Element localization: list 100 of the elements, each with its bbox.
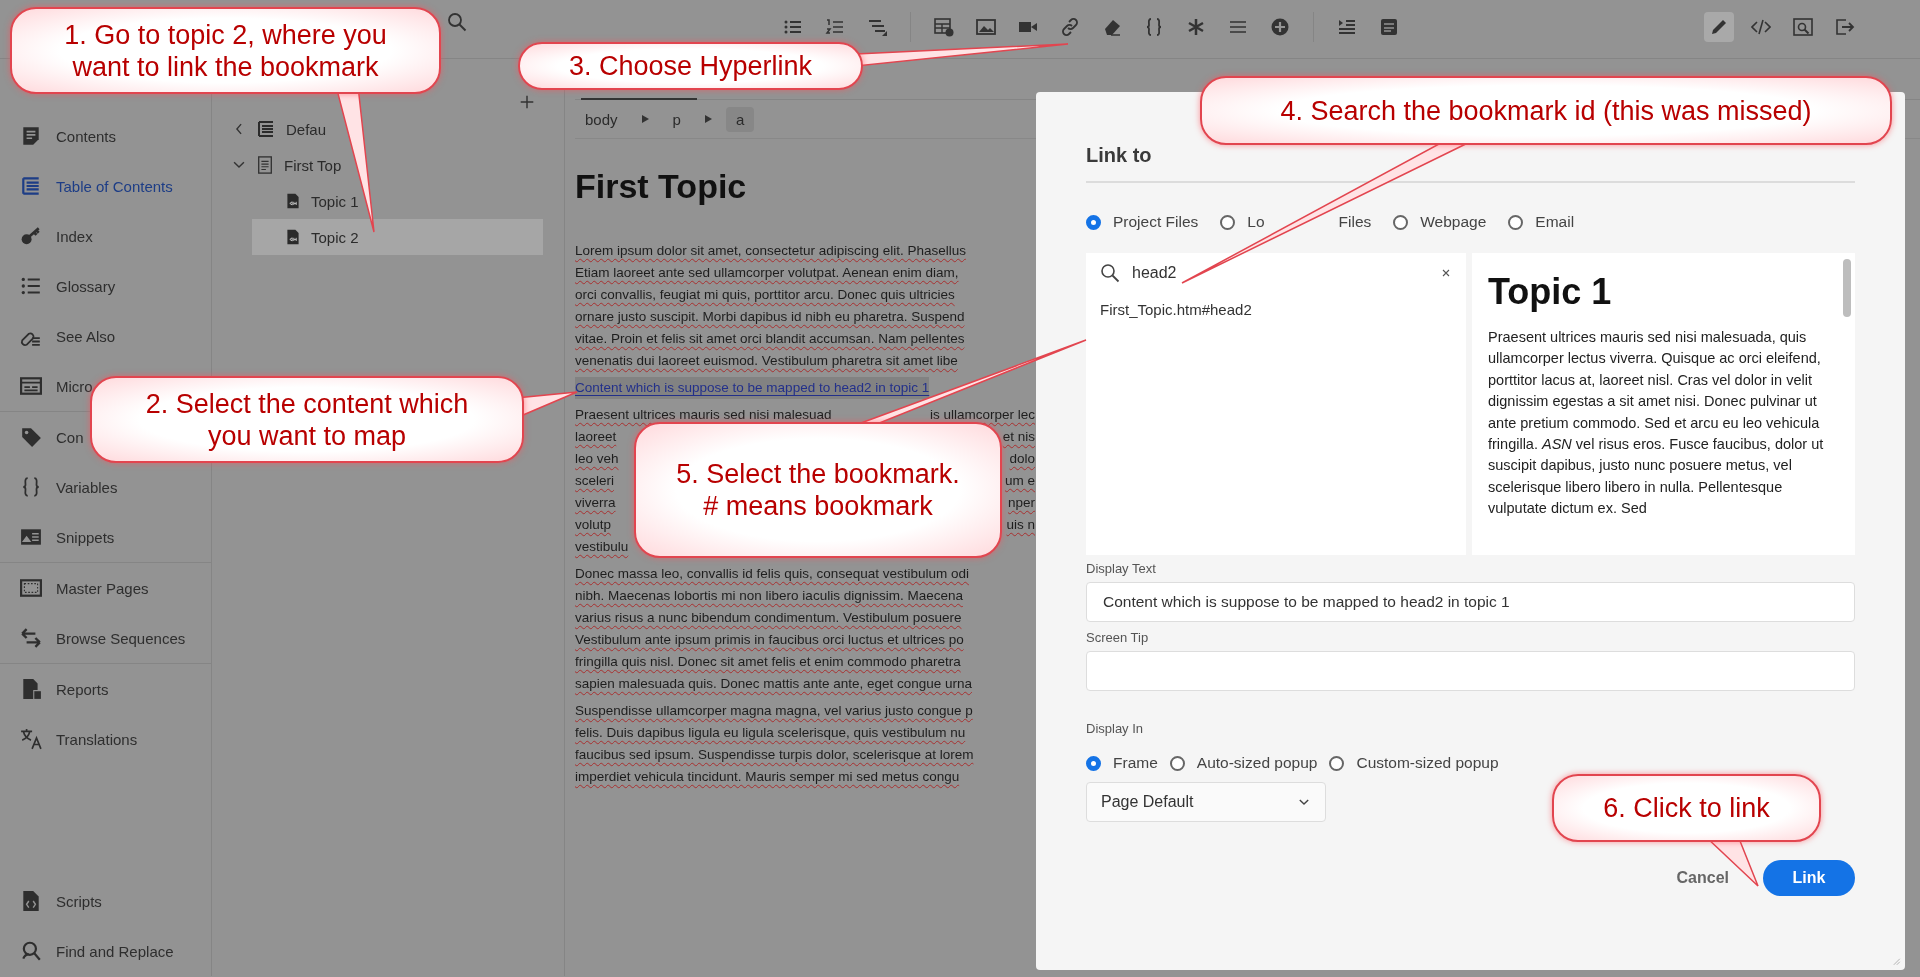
translate-icon [20,728,42,750]
numbered-list-icon[interactable] [825,17,845,37]
table-icon[interactable] [934,17,954,37]
radio-button[interactable] [1086,214,1101,230]
scrollbar-thumb[interactable] [1843,259,1851,317]
radio-button[interactable] [1508,214,1524,230]
field-label: Display Text [1086,561,1157,576]
hyperlink-text[interactable]: Content which is suppose to be mapped to head2 in topic 1 [575,377,930,399]
separator-icon [641,115,649,123]
nav-item[interactable]: Micro [20,375,93,397]
separator-icon [704,115,712,123]
asterisk-icon[interactable] [1186,17,1206,37]
breadcrumb-item[interactable]: a [725,106,755,132]
document-icon [20,125,42,147]
breadcrumb-item[interactable]: body [575,106,628,132]
field-label: Screen Tip [1086,630,1150,645]
body-text: fringilla quis nisl. Donec sit amet felis et enim commodo pharetra [575,653,961,671]
search-icon [1100,263,1120,283]
nav-item[interactable]: See Also [20,325,116,347]
nav-item[interactable]: Index [20,225,93,247]
frame-icon [20,577,42,599]
radio-label: Lo [1247,213,1265,231]
nav-item[interactable]: Variables [20,476,118,498]
dropdown[interactable]: Page Default [1086,782,1326,822]
body-text: faucibus sed ipsum. Suspendisse turpis dolor, scelerisque at lorem [575,746,974,764]
radio-label: Email [1535,213,1575,231]
toc-item[interactable]: Topic 1 [252,183,543,219]
nav-item[interactable]: Browse Sequences [20,627,186,649]
radio-button[interactable] [1393,214,1409,230]
radio-button[interactable] [1086,755,1101,771]
braces-icon [20,476,42,498]
view-mode-button[interactable] [1704,12,1734,42]
pencil-icon [1709,17,1729,37]
panel-icon [20,375,42,397]
toc-item[interactable]: First Top [212,147,564,183]
input-field[interactable] [1086,651,1855,691]
code-icon [1751,17,1771,37]
nav-item[interactable]: Table of Contents [20,175,173,197]
body-text: uis n [1006,516,1035,534]
body-text: Donec massa leo, convallis id felis quis, consequat vestibulum odi [575,565,969,583]
exit-icon[interactable] [1835,17,1855,37]
nav-item[interactable]: Translations [20,728,138,750]
radio-button[interactable] [1329,755,1345,771]
braces-icon[interactable] [1144,17,1164,37]
nav-item[interactable]: Find and Replace [20,940,174,962]
indent-icon[interactable] [1337,17,1357,37]
callout: 6. Click to link [1552,774,1821,842]
search-icon[interactable] [447,12,467,32]
nav-item[interactable]: Con [20,426,84,448]
cancel-button[interactable]: Cancel [1676,869,1729,887]
form-icon[interactable] [1379,17,1399,37]
radio-button[interactable] [1220,214,1236,230]
body-text: imperdiet vehicula tincidunt. Mauris semper mi sed metus congu [575,768,960,786]
html-file-icon [285,192,301,210]
list-icon [256,119,276,139]
body-text: nibh. Maecenas lobortis mi non libero iaculis dignissim. Maecena [575,587,963,605]
body-text: Vestibulum ante ipsum primis in faucibus orci luctus et ultrices po [575,631,964,649]
clear-icon[interactable] [1440,267,1452,279]
callout: 5. Select the bookmark. # means bookmark [634,422,1002,558]
body-text: um e [1005,472,1035,490]
key-icon [20,225,42,247]
callout: 3. Choose Hyperlink [518,42,863,90]
nav-item[interactable]: Scripts [20,890,102,912]
image-icon[interactable] [976,17,996,37]
body-text: volutp [575,516,612,534]
body-text: varius risus a nunc bibendum condimentum. Vestibulum posuere [575,609,962,627]
list-icon [20,275,42,297]
callout: 1. Go to topic 2, where you want to link the bookmark [10,7,441,94]
input-field[interactable]: Content which is suppose to be mapped to head2 in topic 1 [1086,582,1855,622]
body-text: Suspendisse ullamcorper magna magna, vel varius justo congue p [575,702,973,720]
eraser-icon[interactable] [1102,17,1122,37]
breadcrumb-item[interactable]: p [662,106,691,132]
toc-item[interactable]: Topic 2 [252,219,543,255]
radio-label: Custom-sized popup [1356,754,1499,772]
nav-item[interactable]: Glossary [20,275,116,297]
report-file-icon [20,678,42,700]
body-text: leo veh [575,450,619,468]
radio-label: Auto-sized popup [1196,754,1318,772]
link-button[interactable]: Link [1763,860,1855,896]
body-text: vitae. Proin et felis sit amet orci blandit accumsan. Nam pellentes [575,330,965,348]
body-text: is ullamcorper lec [929,406,1035,424]
code-file-icon [20,890,42,912]
body-text: orci convallis, feugiat mi quis, porttitor arcu. Donec quis ultricies [575,286,955,304]
preview-icon [1793,17,1813,37]
radio-button[interactable] [1169,755,1185,771]
callout: 4. Search the bookmark id (this was missed) [1200,76,1892,145]
body-text: Lorem ipsum dolor sit amet, consectetur adipiscing elit. Phasellus [575,242,966,260]
radio-label: Webpage [1420,213,1487,231]
multilevel-list-icon[interactable] [867,17,887,37]
nav-item[interactable]: Contents [20,125,117,147]
nav-item[interactable]: Master Pages [20,577,149,599]
plus-icon[interactable] [518,93,536,111]
nav-item[interactable]: Reports [20,678,109,700]
plus-circle-icon[interactable] [1270,17,1290,37]
link-icon[interactable] [1060,17,1080,37]
nav-item[interactable]: Snippets [20,526,115,548]
body-text: nper [1007,494,1035,512]
body-text: Praesent ultrices mauris sed nisi malesuad [575,406,832,424]
search-result[interactable]: First_Topic.htm#head2 [1086,293,1466,326]
list-icon [20,175,42,197]
